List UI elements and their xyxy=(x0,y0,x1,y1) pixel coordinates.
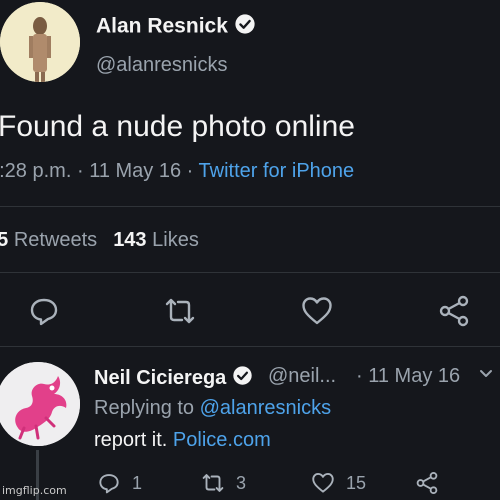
author-name-text[interactable]: Alan Resnick xyxy=(96,15,228,38)
tweet-text: Found a nude photo online xyxy=(0,110,355,143)
reply-author-name-text[interactable]: Neil Cicierega xyxy=(94,367,226,389)
retweets-count: 35 xyxy=(0,229,9,251)
reply-reply-count: 1 xyxy=(132,472,143,493)
replying-to: Replying to @alanresnicks xyxy=(94,397,331,420)
meta-separator: · xyxy=(186,160,194,182)
share-icon xyxy=(416,471,438,495)
reply-icon xyxy=(99,474,119,494)
reply-author-handle[interactable]: @neil... xyxy=(268,365,336,388)
like-icon xyxy=(302,297,332,325)
reply-like-count: 15 xyxy=(346,472,367,493)
author-name[interactable]: Alan Resnick xyxy=(96,13,256,41)
reply-retweet-count: 3 xyxy=(236,472,247,493)
share-button[interactable] xyxy=(436,293,472,329)
author-avatar[interactable] xyxy=(0,2,80,82)
reply-date[interactable]: · 11 May 16 xyxy=(356,365,460,388)
reply-text-body: report it. xyxy=(94,429,168,451)
retweet-icon xyxy=(165,298,195,324)
watermark: imgflip.com xyxy=(2,484,67,497)
replying-to-handle[interactable]: @alanresnicks xyxy=(200,397,331,419)
meta-separator: · xyxy=(76,160,84,182)
reply-like-button[interactable]: 15 xyxy=(310,470,366,496)
reply-share-button[interactable] xyxy=(414,470,450,496)
verified-badge-icon xyxy=(234,13,256,41)
divider xyxy=(0,272,500,273)
chevron-down-icon xyxy=(480,370,492,377)
tweet-meta: 6:28 p.m. · 11 May 16 · Twitter for iPho… xyxy=(0,160,354,183)
tweet-source-link[interactable]: Twitter for iPhone xyxy=(199,160,355,182)
tweet-date[interactable]: 11 May 16 xyxy=(89,160,181,182)
verified-badge-icon xyxy=(232,365,253,392)
divider xyxy=(0,206,500,207)
reply-link[interactable]: Police.com xyxy=(173,429,271,451)
replying-to-label: Replying to xyxy=(94,397,195,419)
reply-reply-button[interactable]: 1 xyxy=(96,470,142,496)
reply-button[interactable] xyxy=(26,293,62,329)
retweets-label: Retweets xyxy=(13,229,98,251)
retweet-button[interactable] xyxy=(162,293,198,329)
retweets-stat[interactable]: 35 Retweets xyxy=(0,229,97,251)
reply-author-avatar[interactable] xyxy=(0,362,80,446)
likes-stat[interactable]: 143 Likes xyxy=(113,229,199,251)
tweet-time[interactable]: 6:28 p.m. xyxy=(0,160,71,182)
divider xyxy=(0,346,500,347)
share-icon xyxy=(439,295,469,327)
likes-label: Likes xyxy=(152,229,199,251)
tweet-stats: 35 Retweets 143 Likes xyxy=(0,229,199,252)
reply-icon xyxy=(30,298,58,326)
author-handle[interactable]: @alanresnicks xyxy=(96,54,227,77)
reply-author-name[interactable]: Neil Cicierega xyxy=(94,365,253,392)
more-options-button[interactable] xyxy=(478,366,494,387)
retweet-icon xyxy=(202,474,224,492)
like-button[interactable] xyxy=(299,293,335,329)
reply-retweet-button[interactable]: 3 xyxy=(200,470,246,496)
likes-count: 143 xyxy=(113,229,147,251)
reply-text: report it. Police.com xyxy=(94,429,271,452)
like-icon xyxy=(312,473,334,493)
